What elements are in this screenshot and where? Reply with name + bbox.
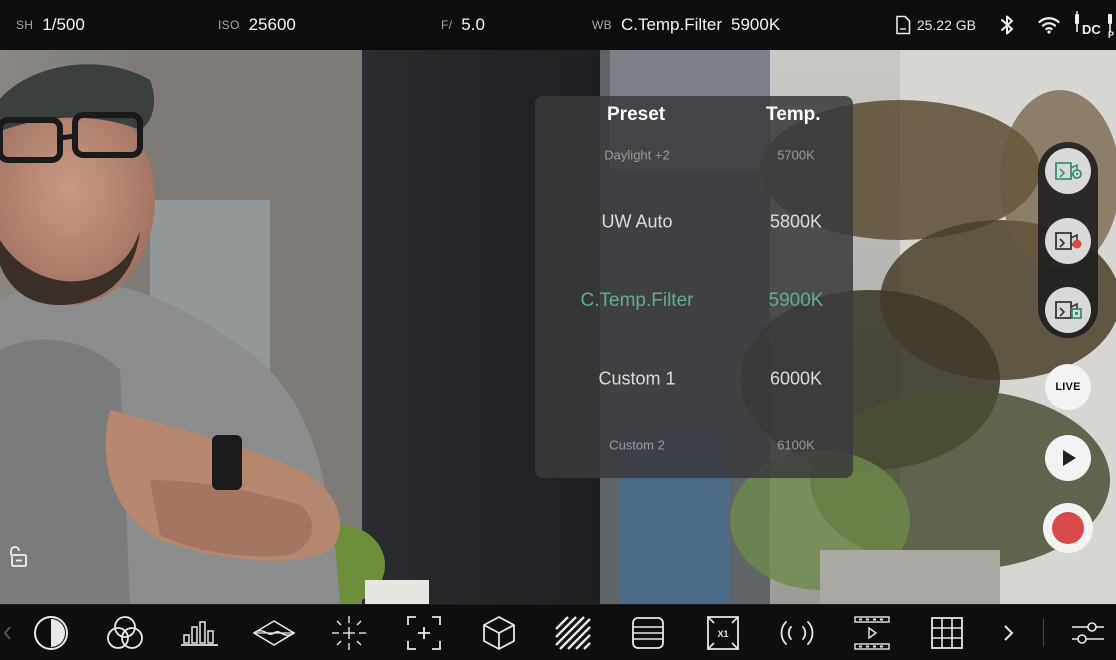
focus-area-tool[interactable]: [402, 613, 446, 653]
preset-name: Daylight +2: [604, 147, 670, 163]
camera-switch-icon: [1053, 299, 1083, 321]
film-strip-icon: [852, 614, 892, 652]
temp-column-header: Temp.: [766, 104, 821, 125]
audio-tool[interactable]: [775, 613, 819, 653]
aperture-value: 5.0: [461, 15, 485, 34]
iso-label: ISO: [218, 18, 240, 32]
camera-record-settings-button[interactable]: [1045, 218, 1091, 264]
exposure-tool[interactable]: [29, 613, 73, 653]
shutter-readout[interactable]: SH 1/500: [16, 0, 85, 50]
status-bar: SH 1/500 ISO 25600 F/ 5.0 WB C.Temp.Filt…: [0, 0, 1116, 50]
histogram-icon: [180, 618, 220, 648]
preset-temp: 6000K: [769, 368, 823, 389]
focus-area-icon: [405, 614, 443, 652]
preset-temp: 5900K: [768, 290, 824, 311]
play-icon: [1057, 447, 1079, 469]
exposure-icon: [33, 615, 69, 651]
wb-label: WB: [592, 18, 612, 32]
preset-name: Custom 1: [598, 368, 676, 389]
camera-settings-button[interactable]: [1045, 148, 1091, 194]
bluetooth-icon: [1000, 15, 1014, 35]
dc-power-icon: DC P: [1072, 10, 1116, 40]
menu-lines-tool[interactable]: [626, 613, 670, 653]
adjust-sliders-tool[interactable]: [1066, 613, 1110, 653]
toolbar-divider: [1043, 619, 1044, 647]
preset-temp: 6100K: [777, 437, 815, 453]
frame-guide-icon: X1: [705, 614, 741, 652]
camera-settings-icon: [1053, 160, 1083, 182]
sd-card-icon: [895, 15, 911, 35]
tool-bar: X1: [0, 604, 1116, 660]
playback-strip-tool[interactable]: [850, 613, 894, 653]
wb-readout[interactable]: WB C.Temp.Filter 5900K: [592, 0, 780, 50]
iso-readout[interactable]: ISO 25600: [218, 0, 296, 50]
wb-kelvin: 5900K: [731, 15, 781, 34]
live-label: LIVE: [1055, 381, 1081, 393]
focus-peaking-icon: [330, 614, 368, 652]
svg-text:DC: DC: [1082, 22, 1101, 37]
color-wheels-tool[interactable]: [103, 613, 147, 653]
shutter-value: 1/500: [42, 15, 85, 34]
preset-temp: 5800K: [769, 211, 823, 232]
svg-text:P: P: [1108, 30, 1114, 40]
shutter-label: SH: [16, 18, 34, 32]
lut-tool[interactable]: [477, 613, 521, 653]
adjust-sliders-icon: [1070, 618, 1106, 648]
zebra-icon: [554, 615, 592, 651]
wb-preset-picker[interactable]: Preset Temp. Daylight +2 5700K UW Auto 5…: [535, 96, 853, 478]
color-wheels-icon: [106, 615, 144, 651]
aperture-readout[interactable]: F/ 5.0: [441, 0, 485, 50]
aperture-label: F/: [441, 18, 453, 32]
grid-icon: [929, 615, 965, 651]
preset-name: C.Temp.Filter: [580, 290, 694, 311]
preset-name: UW Auto: [601, 211, 673, 232]
svg-text:X1: X1: [717, 629, 728, 639]
wb-value: C.Temp.Filter: [620, 15, 723, 34]
live-button[interactable]: LIVE: [1045, 364, 1091, 410]
preset-temp: 5700K: [777, 147, 815, 163]
chevron-left-icon[interactable]: [2, 625, 12, 641]
unlock-icon[interactable]: [6, 545, 30, 569]
focus-peaking-tool[interactable]: [327, 613, 371, 653]
record-button[interactable]: [1043, 503, 1093, 553]
status-icons: 25.22 GB DC P: [895, 0, 1116, 50]
frame-guide-tool[interactable]: X1: [701, 613, 745, 653]
toolbar-next-button[interactable]: [986, 613, 1030, 653]
camera-record-settings-icon: [1053, 230, 1083, 252]
menu-lines-icon: [630, 615, 666, 651]
wifi-icon: [1038, 16, 1060, 34]
play-button[interactable]: [1045, 435, 1091, 481]
audio-icon: [776, 617, 818, 649]
grid-tool[interactable]: [925, 613, 969, 653]
zebra-tool[interactable]: [551, 613, 595, 653]
storage-value: 25.22 GB: [916, 17, 976, 33]
camera-switch-button[interactable]: [1045, 287, 1091, 333]
chevron-right-icon: [1001, 623, 1015, 643]
iso-value: 25600: [248, 15, 296, 34]
waveform-tool[interactable]: [252, 613, 296, 653]
preset-name: Custom 2: [609, 437, 665, 453]
histogram-tool[interactable]: [178, 613, 222, 653]
waveform-icon: [252, 618, 296, 648]
record-icon: [1049, 509, 1087, 547]
preset-column-header: Preset: [607, 104, 666, 125]
lut-cube-icon: [480, 614, 518, 652]
